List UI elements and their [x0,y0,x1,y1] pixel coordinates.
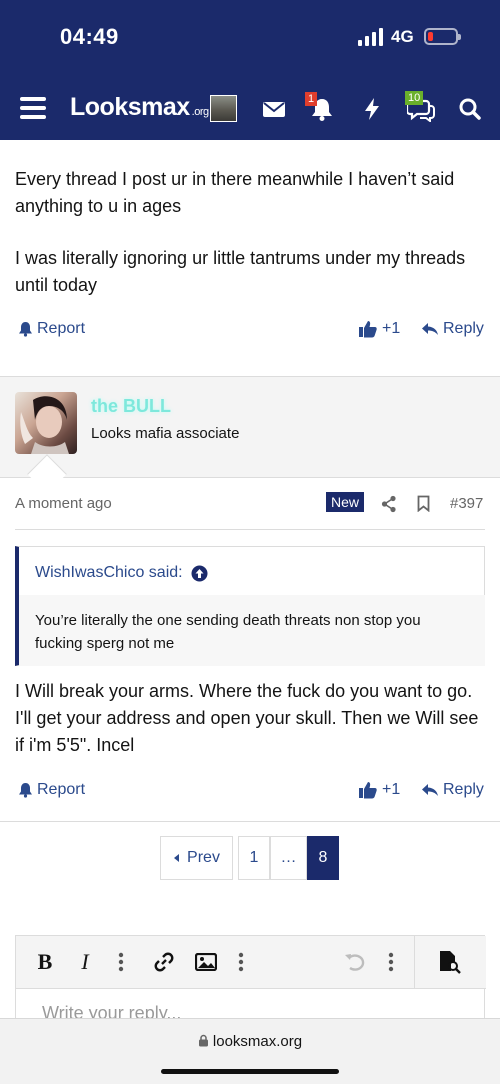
thumbs-up-icon [359,321,377,338]
bell-icon [19,783,32,798]
share-icon[interactable] [381,495,397,518]
conversations-badge: 10 [405,91,424,105]
new-badge: New [326,492,365,512]
post-user-block: the BULL Looks mafia associate [0,376,500,478]
preview-icon[interactable] [436,949,462,975]
post-paragraph: Every thread I post ur in there meanwhil… [15,169,455,216]
post-body: I Will break your arms. Where the fuck d… [15,681,479,755]
bookmark-icon[interactable] [417,495,430,517]
lock-icon [198,1034,208,1047]
user-avatar[interactable] [15,392,77,454]
quote-text: You’re literally the one sending death t… [19,595,485,666]
signal-icon [358,28,384,46]
status-bar: 04:49 4G [0,0,500,76]
alerts-badge: 1 [305,92,318,106]
image-icon[interactable] [194,949,218,975]
like-count: +1 [382,320,401,337]
divider [15,529,485,530]
toolbar-separator [414,936,415,988]
home-indicator [161,1069,339,1074]
site-navbar: Looksmax .org 1 10 [0,76,500,140]
like-button[interactable]: +1 [358,320,400,338]
pagination-ellipsis[interactable]: … [270,836,307,880]
report-label: Report [37,781,86,798]
status-time: 04:49 [60,24,119,49]
reply-label: Reply [443,781,484,798]
account-avatar[interactable] [210,95,237,122]
bolt-icon[interactable] [361,96,387,122]
link-icon[interactable] [152,949,176,975]
url-text: looksmax.org [212,1033,303,1050]
prev-label: Prev [187,849,220,866]
more-options-icon[interactable] [384,949,398,975]
logo-text: Looksmax [70,93,190,121]
pagination-page[interactable]: 1 [238,836,270,880]
pagination-current-page[interactable]: 8 [307,836,339,880]
more-options-icon[interactable] [234,949,248,975]
divider [0,821,500,822]
reply-button[interactable]: Reply [421,320,484,338]
reply-arrow-icon [422,323,438,335]
logo-tld: .org [191,106,209,118]
post-time[interactable]: A moment ago [15,495,112,512]
reply-button[interactable]: Reply [421,781,484,799]
user-title: Looks mafia associate [91,425,240,442]
quote-author: WishIwasChico said: [35,564,183,581]
browser-bar: looksmax.org [0,1018,500,1084]
report-button[interactable]: Report [18,781,85,799]
more-options-icon[interactable] [114,949,128,975]
undo-icon[interactable] [343,949,367,975]
bell-icon [19,322,32,337]
envelope-icon[interactable] [262,96,288,122]
like-count: +1 [382,781,401,798]
report-label: Report [37,320,86,337]
editor-toolbar: B I [16,936,486,989]
username[interactable]: the BULL [91,396,171,417]
post-number[interactable]: #397 [450,495,483,512]
arrow-up-circle-icon[interactable] [191,565,208,582]
report-button[interactable]: Report [18,320,85,338]
post-paragraph: I was literally ignoring ur little tantr… [15,248,466,295]
thumbs-up-icon [359,782,377,799]
like-button[interactable]: +1 [358,781,400,799]
menu-icon[interactable] [20,97,46,119]
bold-icon[interactable]: B [34,949,56,975]
battery-icon [424,28,461,45]
address-bar[interactable]: looksmax.org [0,1033,500,1050]
quote-block: WishIwasChico said: You’re literally the… [15,546,485,666]
reply-arrow-icon [422,784,438,796]
italic-icon[interactable]: I [74,949,96,975]
caret-left-icon [174,854,180,862]
network-type: 4G [391,27,414,46]
site-logo[interactable]: Looksmax .org [70,93,209,122]
reply-label: Reply [443,320,484,337]
pagination-prev[interactable]: Prev [160,836,233,880]
quote-attribution[interactable]: WishIwasChico said: [35,564,208,582]
search-icon[interactable] [458,96,484,122]
